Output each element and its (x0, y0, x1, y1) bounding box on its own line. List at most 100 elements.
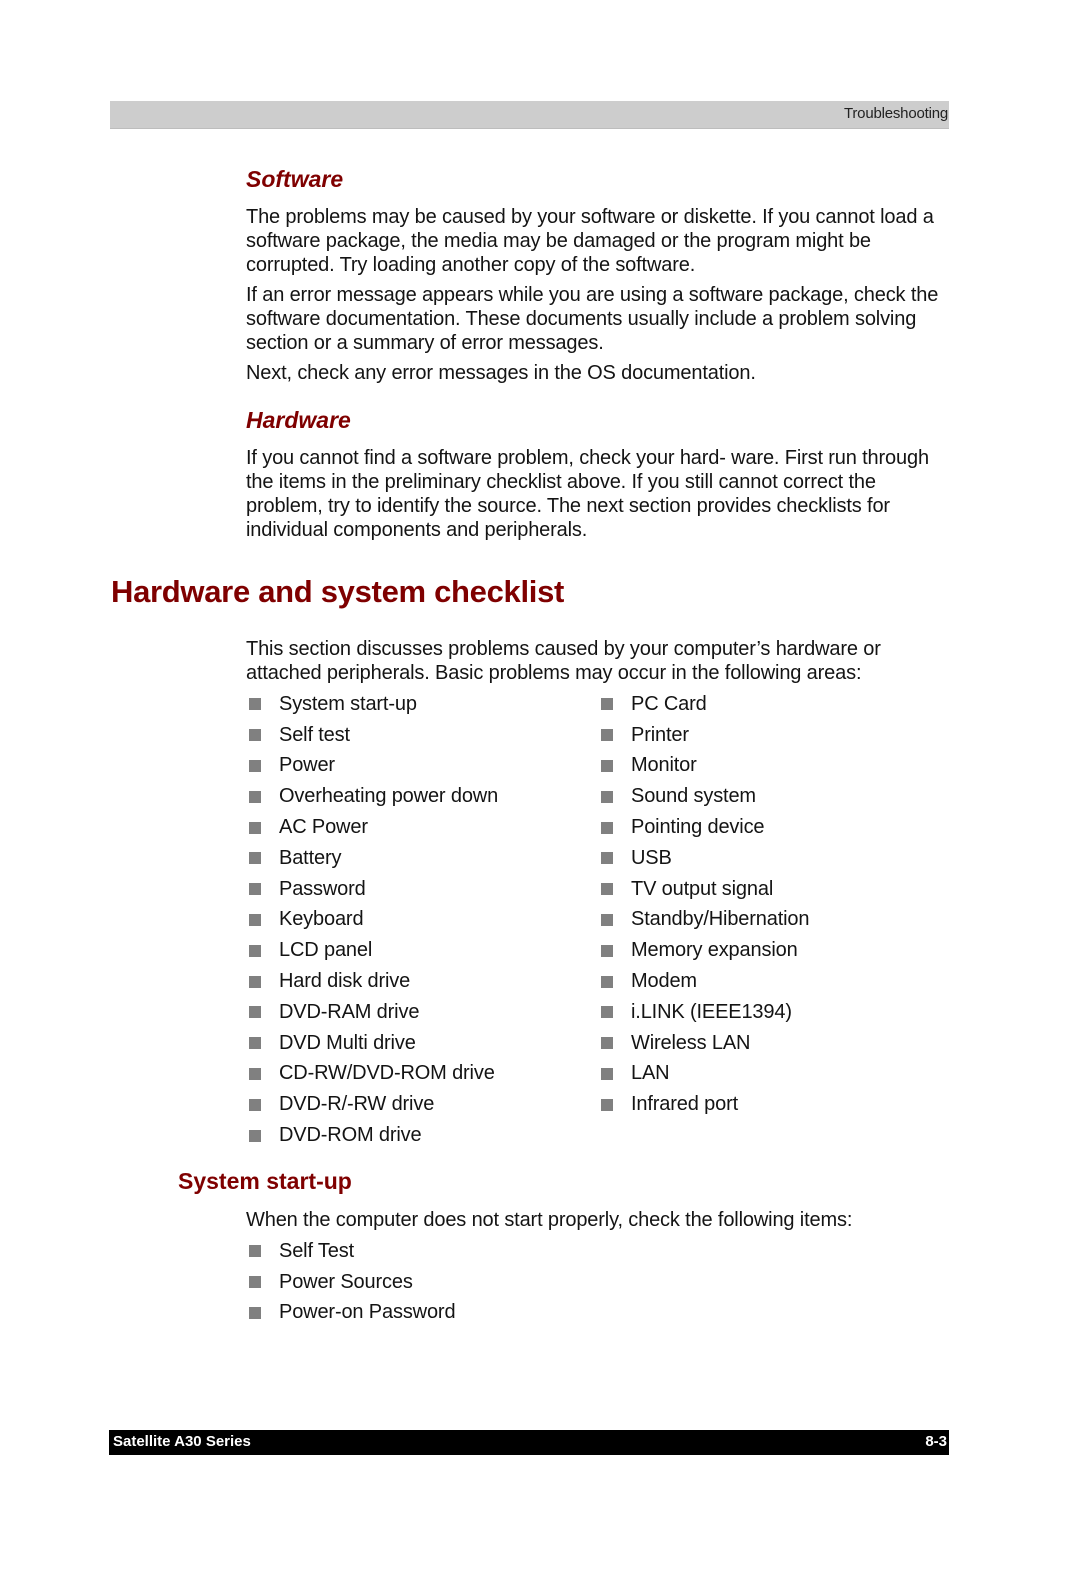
square-bullet-icon (249, 883, 261, 896)
list-item-label: Power (279, 754, 335, 777)
square-bullet-icon (249, 1098, 261, 1111)
list-item: System start-up (245, 689, 498, 720)
list-item: Wireless LAN (597, 1028, 809, 1059)
square-bullet-icon (601, 944, 613, 957)
list-item-label: Printer (631, 723, 689, 746)
list-item: Password (245, 874, 498, 905)
square-bullet-icon (601, 975, 613, 988)
list-item: Power-on Password (245, 1298, 456, 1329)
list-item-label: DVD-RAM drive (279, 1000, 420, 1023)
list-item-label: LAN (631, 1062, 670, 1085)
square-bullet-icon (249, 1037, 261, 1050)
software-paragraph-2: If an error message appears while you ar… (246, 284, 939, 354)
square-bullet-icon (601, 852, 613, 865)
list-item-label: PC Card (631, 692, 707, 715)
square-bullet-icon (249, 821, 261, 834)
hardware-paragraph: If you cannot find a software problem, c… (246, 447, 929, 541)
list-item-label: Wireless LAN (631, 1031, 751, 1054)
list-item: TV output signal (597, 874, 809, 905)
square-bullet-icon (601, 821, 613, 834)
list-item: Hard disk drive (245, 966, 498, 997)
list-item: Overheating power down (245, 781, 498, 812)
list-item: PC Card (597, 689, 809, 720)
list-item: Self Test (245, 1236, 455, 1267)
list-item: LCD panel (245, 935, 498, 966)
list-item-label: AC Power (279, 816, 368, 839)
square-bullet-icon (601, 790, 613, 803)
list-item-label: Sound system (631, 785, 756, 808)
list-item-label: System start-up (279, 692, 417, 715)
list-item-label: Power Sources (279, 1270, 413, 1293)
system-startup-list: Self Test Power Sources Power-on Password (245, 1236, 456, 1329)
square-bullet-icon (249, 698, 261, 711)
footer-bar: Satellite A30 Series 8-3 (109, 1430, 949, 1455)
square-bullet-icon (601, 883, 613, 896)
list-item-label: LCD panel (279, 939, 373, 962)
list-item-label: DVD-ROM drive (279, 1124, 422, 1147)
list-item-label: Modem (631, 970, 697, 993)
list-item: AC Power (245, 812, 498, 843)
square-bullet-icon (249, 1067, 261, 1080)
square-bullet-icon (601, 1098, 613, 1111)
square-bullet-icon (601, 913, 613, 926)
list-item: DVD-ROM drive (245, 1120, 498, 1151)
list-item-label: USB (631, 846, 672, 869)
footer-page-number: 8-3 (925, 1433, 947, 1450)
list-item: DVD Multi drive (245, 1028, 498, 1059)
list-item-label: Standby/Hibernation (631, 908, 810, 931)
square-bullet-icon (601, 729, 613, 742)
software-heading: Software (246, 166, 344, 192)
square-bullet-icon (601, 1006, 613, 1019)
list-item-label: Self Test (279, 1239, 354, 1262)
square-bullet-icon (249, 944, 261, 957)
square-bullet-icon (249, 1006, 261, 1019)
list-item-label: Hard disk drive (279, 970, 411, 993)
list-item: Pointing device (597, 812, 809, 843)
list-item: Printer (597, 720, 809, 751)
square-bullet-icon (249, 1306, 261, 1319)
list-item-label: Self test (279, 723, 350, 746)
square-bullet-icon (249, 1245, 261, 1258)
list-item-label: Power-on Password (279, 1301, 456, 1324)
list-item: Power Sources (245, 1267, 455, 1298)
square-bullet-icon (249, 790, 261, 803)
list-item: Infrared port (597, 1089, 809, 1120)
running-header-bar: Troubleshooting (110, 101, 949, 129)
list-item-label: Password (279, 877, 366, 900)
square-bullet-icon (601, 698, 613, 711)
list-item: Self test (245, 720, 498, 751)
list-item: Power (245, 751, 498, 782)
list-item: i.LINK (IEEE1394) (597, 997, 809, 1028)
running-head-title: Troubleshooting (843, 105, 948, 122)
list-item-label: TV output signal (631, 877, 774, 900)
list-item: DVD-R/-RW drive (245, 1089, 498, 1120)
list-item-label: DVD-R/-RW drive (279, 1093, 435, 1116)
checklist-heading: Hardware and system checklist (111, 574, 565, 609)
list-item: CD-RW/DVD-ROM drive (245, 1059, 498, 1090)
list-item-label: Memory expansion (631, 939, 798, 962)
hardware-heading: Hardware (246, 407, 351, 433)
checklist-intro: This section discusses problems caused b… (246, 638, 881, 684)
list-item: DVD-RAM drive (245, 997, 498, 1028)
software-paragraph-1: The problems may be caused by your softw… (246, 206, 934, 276)
square-bullet-icon (249, 975, 261, 988)
system-startup-heading: System start-up (178, 1168, 352, 1194)
square-bullet-icon (249, 852, 261, 865)
checklist-left-column: System start-up Self test Power Overheating… (245, 689, 498, 1151)
list-item: LAN (597, 1059, 809, 1090)
square-bullet-icon (601, 759, 613, 772)
footer-product-name: Satellite A30 Series (113, 1433, 251, 1450)
list-item-label: Overheating power down (279, 785, 499, 808)
list-item: Monitor (597, 751, 809, 782)
square-bullet-icon (601, 1037, 613, 1050)
list-item: Battery (245, 843, 498, 874)
list-item: Keyboard (245, 905, 498, 936)
checklist-right-column: PC Card Printer Monitor Sound system Pointin… (597, 689, 810, 1120)
list-item: USB (597, 843, 809, 874)
list-item-label: Monitor (631, 754, 697, 777)
list-item: Modem (597, 966, 809, 997)
list-item-label: DVD Multi drive (279, 1031, 416, 1054)
list-item-label: Keyboard (279, 908, 364, 931)
list-item-label: CD-RW/DVD-ROM drive (279, 1062, 495, 1085)
list-item-label: Battery (279, 846, 342, 869)
